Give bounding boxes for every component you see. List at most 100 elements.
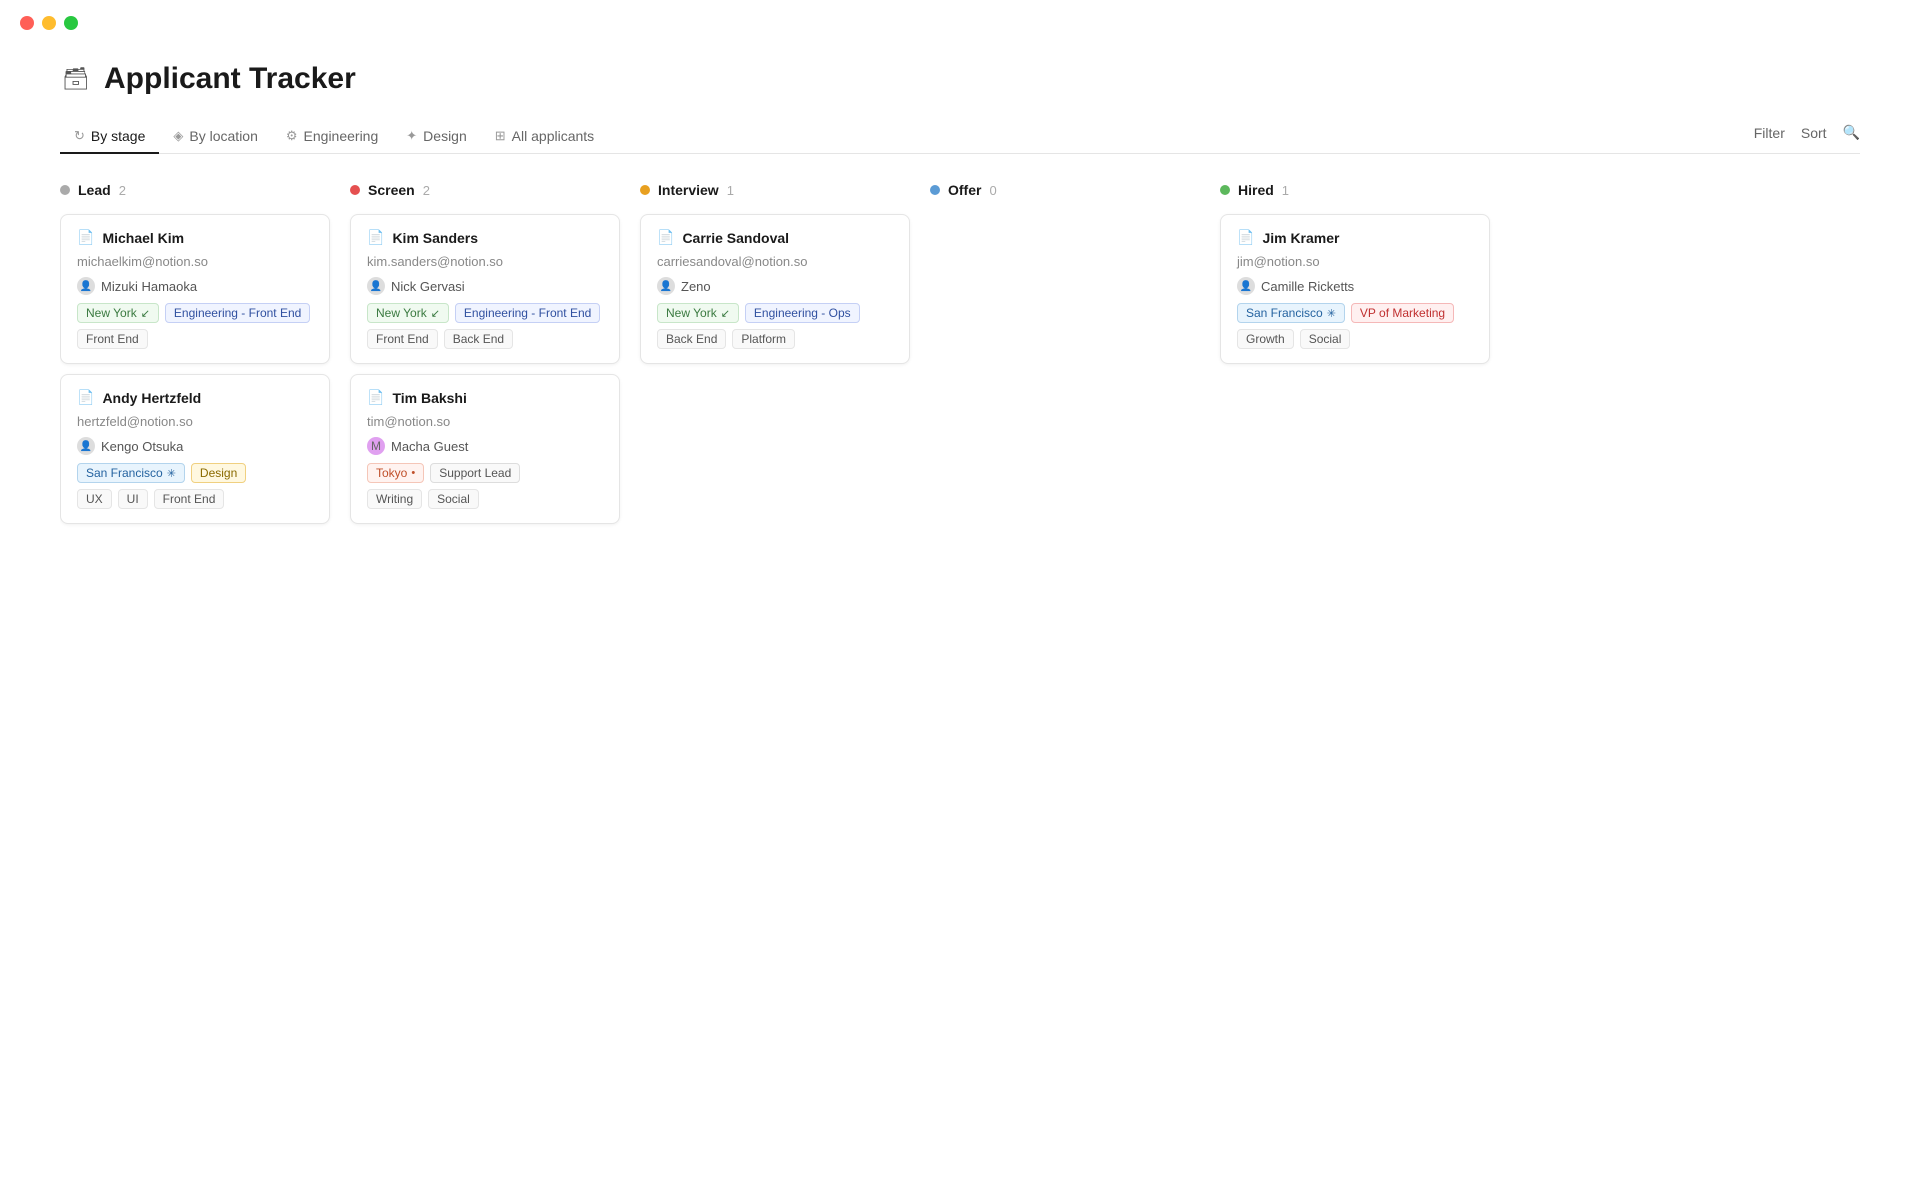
assignee-avatar: 👤 [1237, 277, 1255, 295]
lead-title: Lead [78, 182, 111, 198]
card-kim-sanders[interactable]: 📄 Kim Sanders kim.sanders@notion.so 👤 Ni… [350, 214, 620, 364]
assignee-name: Nick Gervasi [391, 279, 465, 294]
tab-bar: ↻ By stage ◈ By location ⚙ Engineering ✦… [60, 120, 1860, 154]
engineering-icon: ⚙ [286, 128, 298, 144]
search-icon[interactable]: 🔍 [1843, 124, 1860, 141]
interview-dot [640, 185, 650, 195]
column-header-hired: Hired 1 [1220, 178, 1490, 202]
location-tag: San Francisco ✳ [1237, 303, 1345, 323]
skill-tag: Social [428, 489, 479, 509]
filter-action[interactable]: Filter [1754, 125, 1785, 141]
card-tags: San Francisco ✳ Design [77, 463, 313, 483]
tab-all-applicants[interactable]: ⊞ All applicants [481, 120, 608, 154]
screen-count: 2 [423, 183, 430, 198]
tab-engineering-label: Engineering [304, 128, 379, 144]
column-interview: Interview 1 📄 Carrie Sandoval carriesand… [640, 178, 910, 374]
assignee-row: 👤 Mizuki Hamaoka [77, 277, 313, 295]
tab-by-location[interactable]: ◈ By location [159, 120, 271, 154]
maximize-button[interactable] [64, 16, 78, 30]
dept-tag: Engineering - Ops [745, 303, 860, 323]
assignee-row: 👤 Camille Ricketts [1237, 277, 1473, 295]
tab-bar-left: ↻ By stage ◈ By location ⚙ Engineering ✦… [60, 120, 608, 153]
card-tags: New York ↙ Engineering - Front End [367, 303, 603, 323]
column-lead: Lead 2 📄 Michael Kim michaelkim@notion.s… [60, 178, 330, 534]
card-tags: San Francisco ✳ VP of Marketing [1237, 303, 1473, 323]
dept-tag: Engineering - Front End [455, 303, 600, 323]
card-tags: New York ↙ Engineering - Ops [657, 303, 893, 323]
skill-tag: Back End [657, 329, 726, 349]
location-label: New York [666, 306, 717, 320]
hired-title: Hired [1238, 182, 1274, 198]
page-icon: 🗃 [60, 63, 92, 95]
card-andy-hertzfeld[interactable]: 📄 Andy Hertzfeld hertzfeld@notion.so 👤 K… [60, 374, 330, 524]
skill-tag: Front End [367, 329, 438, 349]
card-carrie-sandoval[interactable]: 📄 Carrie Sandoval carriesandoval@notion.… [640, 214, 910, 364]
close-button[interactable] [20, 16, 34, 30]
skill-tags: Front End Back End [367, 329, 603, 349]
skill-tags: Front End [77, 329, 313, 349]
assignee-avatar: 👤 [657, 277, 675, 295]
card-title-row: 📄 Tim Bakshi [367, 389, 603, 406]
tab-design-label: Design [423, 128, 467, 144]
skill-tag: Platform [732, 329, 795, 349]
skill-tags: Back End Platform [657, 329, 893, 349]
location-emoji: ↙ [431, 307, 440, 320]
window-chrome [0, 0, 1920, 38]
page-header: 🗃 Applicant Tracker [60, 62, 1860, 96]
card-tags: Tokyo • Support Lead [367, 463, 603, 483]
location-tag: San Francisco ✳ [77, 463, 185, 483]
assignee-avatar: 👤 [367, 277, 385, 295]
location-emoji: ✳ [167, 467, 176, 480]
assignee-avatar: 👤 [77, 277, 95, 295]
design-icon: ✦ [406, 128, 417, 144]
location-label: San Francisco [1246, 306, 1323, 320]
skill-tag: Back End [444, 329, 513, 349]
assignee-row: 👤 Nick Gervasi [367, 277, 603, 295]
minimize-button[interactable] [42, 16, 56, 30]
card-michael-kim[interactable]: 📄 Michael Kim michaelkim@notion.so 👤 Miz… [60, 214, 330, 364]
assignee-name: Mizuki Hamaoka [101, 279, 197, 294]
doc-icon: 📄 [1237, 229, 1254, 246]
card-title-row: 📄 Andy Hertzfeld [77, 389, 313, 406]
tab-by-location-label: By location [189, 128, 257, 144]
assignee-name: Zeno [681, 279, 711, 294]
dept-tag: Design [191, 463, 246, 483]
lead-count: 2 [119, 183, 126, 198]
location-label: New York [86, 306, 137, 320]
hired-count: 1 [1282, 183, 1289, 198]
assignee-avatar: 👤 [77, 437, 95, 455]
card-tags: New York ↙ Engineering - Front End [77, 303, 313, 323]
offer-title: Offer [948, 182, 981, 198]
location-emoji: ↙ [141, 307, 150, 320]
by-location-icon: ◈ [173, 128, 183, 144]
card-jim-kramer[interactable]: 📄 Jim Kramer jim@notion.so 👤 Camille Ric… [1220, 214, 1490, 364]
tab-by-stage[interactable]: ↻ By stage [60, 120, 159, 154]
applicant-name: Tim Bakshi [392, 390, 466, 406]
interview-title: Interview [658, 182, 719, 198]
all-applicants-icon: ⊞ [495, 128, 506, 144]
location-emoji: ↙ [721, 307, 730, 320]
tab-engineering[interactable]: ⚙ Engineering [272, 120, 392, 154]
applicant-email: jim@notion.so [1237, 254, 1473, 269]
column-offer: Offer 0 [930, 178, 1200, 234]
assignee-avatar: M [367, 437, 385, 455]
column-header-interview: Interview 1 [640, 178, 910, 202]
sort-action[interactable]: Sort [1801, 125, 1827, 141]
doc-icon: 📄 [77, 229, 94, 246]
dept-tag: VP of Marketing [1351, 303, 1454, 323]
location-emoji: • [411, 467, 415, 479]
skill-tag: Writing [367, 489, 422, 509]
main-content: 🗃 Applicant Tracker ↻ By stage ◈ By loca… [0, 38, 1920, 574]
hired-dot [1220, 185, 1230, 195]
assignee-name: Kengo Otsuka [101, 439, 183, 454]
card-tim-bakshi[interactable]: 📄 Tim Bakshi tim@notion.so M Macha Guest… [350, 374, 620, 524]
page-title: Applicant Tracker [104, 62, 356, 96]
column-hired: Hired 1 📄 Jim Kramer jim@notion.so 👤 Cam… [1220, 178, 1490, 374]
assignee-row: 👤 Kengo Otsuka [77, 437, 313, 455]
dept-tag: Engineering - Front End [165, 303, 310, 323]
tab-design[interactable]: ✦ Design [392, 120, 481, 154]
tab-bar-right: Filter Sort 🔍 [1754, 124, 1860, 149]
offer-dot [930, 185, 940, 195]
screen-dot [350, 185, 360, 195]
card-title-row: 📄 Jim Kramer [1237, 229, 1473, 246]
